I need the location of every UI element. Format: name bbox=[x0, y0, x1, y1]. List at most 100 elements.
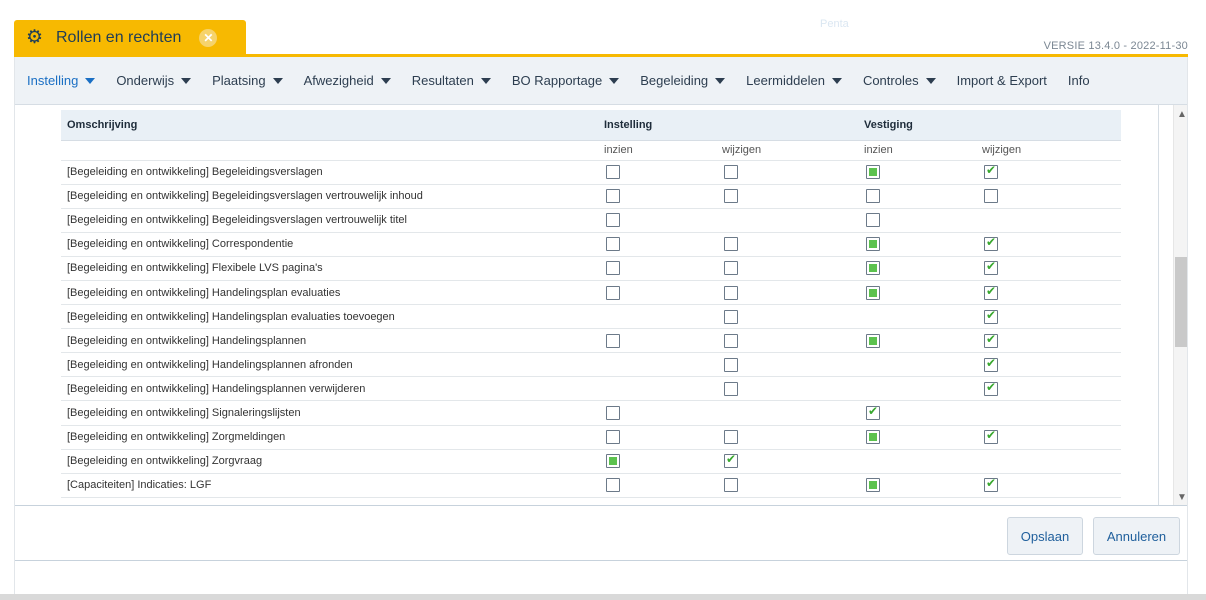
checkbox-instelling-wijzigen[interactable] bbox=[724, 452, 738, 469]
scrollbar-thumb[interactable] bbox=[1175, 257, 1187, 347]
checkbox-vestiging-wijzigen[interactable] bbox=[984, 284, 998, 300]
checkbox-vestiging-wijzigen[interactable] bbox=[984, 332, 998, 348]
checkbox-instelling-wijzigen[interactable] bbox=[724, 430, 738, 445]
row-label: [Begeleiding en ontwikkeling] Handelings… bbox=[61, 376, 598, 402]
checkbox-instelling-wijzigen[interactable] bbox=[724, 237, 738, 252]
close-icon[interactable]: ✕ bbox=[199, 29, 218, 47]
table-row: [Begeleiding en ontwikkeling] Begeleidin… bbox=[61, 160, 1121, 185]
checkbox-instelling-inzien[interactable] bbox=[606, 237, 620, 252]
checkbox-instelling-inzien[interactable] bbox=[606, 478, 620, 493]
checkbox-vestiging-inzien[interactable] bbox=[866, 404, 880, 420]
column-header-instelling: Instelling bbox=[598, 110, 858, 141]
checkbox-instelling-wijzigen[interactable] bbox=[724, 333, 738, 348]
menu-item-import-export[interactable]: Import & Export bbox=[957, 73, 1047, 88]
subheader-wijzigen: wijzigen bbox=[976, 140, 1121, 161]
checkbox-vestiging-inzien[interactable] bbox=[866, 189, 880, 204]
cell-instelling-inzien bbox=[598, 352, 716, 378]
menu-item-instelling[interactable]: Instelling bbox=[27, 73, 96, 88]
checkbox-instelling-inzien[interactable] bbox=[606, 285, 620, 300]
cell-vestiging-inzien bbox=[858, 449, 976, 474]
subheader-inzien: inzien bbox=[858, 140, 976, 161]
menu-item-info[interactable]: Info bbox=[1068, 73, 1090, 88]
checkbox-instelling-inzien[interactable] bbox=[606, 430, 620, 445]
menu-item-onderwijs[interactable]: Onderwijs bbox=[116, 73, 192, 88]
row-label: [Begeleiding en ontwikkeling] Handelings… bbox=[61, 352, 598, 378]
cancel-button[interactable]: Annuleren bbox=[1093, 517, 1180, 555]
checkbox-instelling-wijzigen[interactable] bbox=[724, 285, 738, 300]
checkbox-instelling-wijzigen[interactable] bbox=[724, 357, 738, 372]
table-row: [Begeleiding en ontwikkeling] Begeleidin… bbox=[61, 208, 1121, 233]
cell-instelling-wijzigen bbox=[716, 425, 858, 450]
checkbox-vestiging-inzien[interactable] bbox=[866, 213, 880, 228]
cell-instelling-inzien bbox=[598, 473, 716, 498]
cell-instelling-inzien bbox=[598, 304, 716, 330]
cell-vestiging-wijzigen bbox=[976, 473, 1121, 498]
divider bbox=[15, 505, 1187, 506]
checkbox-vestiging-wijzigen[interactable] bbox=[984, 380, 998, 396]
checkbox-instelling-wijzigen[interactable] bbox=[724, 381, 738, 396]
checkbox-vestiging-inzien[interactable] bbox=[866, 165, 880, 180]
menu-item-leermiddelen[interactable]: Leermiddelen bbox=[746, 73, 842, 88]
menu-item-label: BO Rapportage bbox=[511, 73, 603, 88]
cell-instelling-inzien bbox=[598, 400, 716, 426]
checkbox-instelling-wijzigen[interactable] bbox=[724, 309, 738, 324]
subheader-row: inzien wijzigen inzien wijzigen bbox=[61, 140, 1121, 161]
cell-instelling-inzien bbox=[598, 184, 716, 209]
menu-item-plaatsing[interactable]: Plaatsing bbox=[212, 73, 283, 88]
table-row: [Begeleiding en ontwikkeling] Handelings… bbox=[61, 280, 1121, 306]
scroll-up-icon[interactable]: ▲ bbox=[1177, 109, 1187, 120]
checkbox-instelling-inzien[interactable] bbox=[606, 405, 620, 420]
checkbox-instelling-wijzigen[interactable] bbox=[724, 189, 738, 204]
menu-item-label: Onderwijs bbox=[116, 73, 175, 88]
row-label: [Begeleiding en ontwikkeling] Zorgvraag bbox=[61, 449, 598, 474]
checkbox-instelling-inzien[interactable] bbox=[606, 333, 620, 348]
checkbox-vestiging-inzien[interactable] bbox=[866, 237, 880, 252]
cell-instelling-wijzigen bbox=[716, 208, 858, 233]
row-label: [Begeleiding en ontwikkeling] Zorgmeldin… bbox=[61, 425, 598, 450]
row-label: [Begeleiding en ontwikkeling] Handelings… bbox=[61, 328, 598, 354]
checkbox-instelling-inzien[interactable] bbox=[606, 213, 620, 228]
cell-instelling-inzien bbox=[598, 232, 716, 257]
checkbox-vestiging-wijzigen[interactable] bbox=[984, 259, 998, 276]
checkbox-instelling-inzien[interactable] bbox=[606, 165, 620, 180]
checkbox-instelling-inzien[interactable] bbox=[606, 454, 620, 469]
cell-instelling-inzien bbox=[598, 376, 716, 402]
checkbox-vestiging-inzien[interactable] bbox=[866, 478, 880, 493]
checkbox-vestiging-inzien[interactable] bbox=[866, 261, 880, 276]
menu-item-resultaten[interactable]: Resultaten bbox=[412, 73, 491, 88]
checkbox-instelling-inzien[interactable] bbox=[606, 189, 620, 204]
rights-table-scroll-area[interactable]: Omschrijving Instelling Vestiging inzien… bbox=[15, 105, 1187, 505]
subheader-blank bbox=[61, 140, 598, 161]
checkbox-instelling-wijzigen[interactable] bbox=[724, 261, 738, 276]
menu-item-controles[interactable]: Controles bbox=[863, 73, 936, 88]
checkbox-instelling-wijzigen[interactable] bbox=[724, 165, 738, 180]
cell-instelling-inzien bbox=[598, 280, 716, 306]
menu-item-begeleiding[interactable]: Begeleiding bbox=[640, 73, 726, 88]
checkbox-vestiging-wijzigen[interactable] bbox=[984, 163, 998, 180]
cell-instelling-wijzigen bbox=[716, 400, 858, 426]
checkbox-instelling-wijzigen[interactable] bbox=[724, 478, 738, 493]
caret-down-icon bbox=[831, 77, 842, 84]
checkbox-vestiging-inzien[interactable] bbox=[866, 333, 880, 348]
caret-down-icon bbox=[272, 77, 283, 84]
vertical-scrollbar[interactable]: ▲ ▼ bbox=[1173, 105, 1187, 505]
table-row: [Begeleiding en ontwikkeling] Signalerin… bbox=[61, 400, 1121, 426]
tab-rollen-en-rechten[interactable]: ⚙ Rollen en rechten ✕ bbox=[14, 20, 246, 56]
checkbox-vestiging-wijzigen[interactable] bbox=[984, 428, 998, 445]
checkbox-instelling-inzien[interactable] bbox=[606, 261, 620, 276]
checkbox-vestiging-wijzigen[interactable] bbox=[984, 356, 998, 372]
checkbox-vestiging-wijzigen[interactable] bbox=[984, 189, 998, 204]
checkbox-vestiging-inzien[interactable] bbox=[866, 430, 880, 445]
cell-vestiging-wijzigen bbox=[976, 400, 1121, 426]
main-panel: Instelling Onderwijs Plaatsing Afwezigheid R… bbox=[14, 57, 1188, 600]
gear-icon: ⚙ bbox=[26, 27, 44, 48]
checkbox-vestiging-wijzigen[interactable] bbox=[984, 235, 998, 252]
save-button[interactable]: Opslaan bbox=[1007, 517, 1083, 555]
checkbox-vestiging-wijzigen[interactable] bbox=[984, 476, 998, 493]
cell-vestiging-inzien bbox=[858, 256, 976, 281]
checkbox-vestiging-inzien[interactable] bbox=[866, 285, 880, 300]
scroll-down-icon[interactable]: ▼ bbox=[1177, 492, 1187, 503]
menu-item-afwezigheid[interactable]: Afwezigheid bbox=[304, 73, 391, 88]
menu-item-bo-rapportage[interactable]: BO Rapportage bbox=[511, 73, 620, 88]
checkbox-vestiging-wijzigen[interactable] bbox=[984, 308, 998, 324]
